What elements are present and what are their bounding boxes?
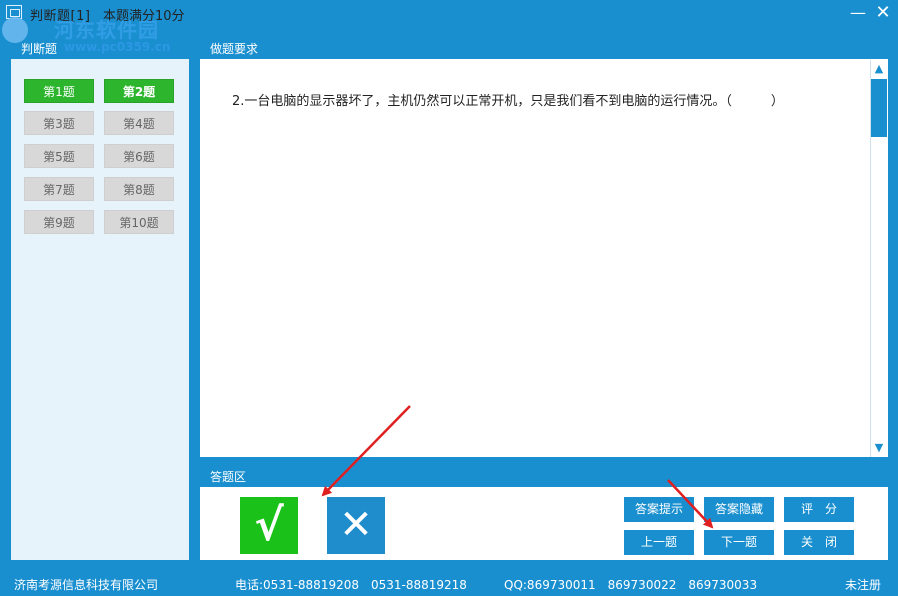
hint-button[interactable]: 答案提示 [624, 497, 694, 522]
score-button[interactable]: 评 分 [784, 497, 854, 522]
close-window-button[interactable]: ✕ [871, 2, 895, 24]
cross-icon: ✕ [339, 502, 373, 548]
company-name: 济南考源信息科技有限公司 [14, 578, 159, 592]
minimize-button[interactable]: — [846, 2, 870, 24]
minimize-icon: — [850, 3, 866, 22]
qq-info: QQ:869730011 869730022 869730033 [504, 578, 758, 592]
next-question-button[interactable]: 下一题 [704, 530, 774, 555]
question-text: 2.一台电脑的显示器坏了，主机仍然可以正常开机，只是我们看不到电脑的运行情况。（… [232, 94, 784, 109]
answer-header: 答题区 [200, 467, 888, 487]
answer-false-button[interactable]: ✕ [327, 497, 385, 554]
scroll-down-icon[interactable]: ▼ [871, 440, 887, 456]
question-10-button[interactable]: 第10题 [104, 210, 174, 234]
answer-true-button[interactable]: √ [240, 497, 298, 554]
registration-status: 未注册 [845, 578, 882, 592]
watermark-text: 河东软件园 [54, 18, 159, 42]
question-5-button[interactable]: 第5题 [24, 144, 94, 168]
question-1-button[interactable]: 第1题 [24, 79, 94, 103]
scrollbar-thumb[interactable] [871, 79, 887, 137]
question-3-button[interactable]: 第3题 [24, 111, 94, 135]
prev-question-button[interactable]: 上一题 [624, 530, 694, 555]
status-bar: 济南考源信息科技有限公司 电话:0531-88819208 0531-88819… [0, 572, 898, 596]
watermark-url: www.pc0359.cn [64, 40, 171, 54]
requirements-header: 做题要求 [200, 39, 888, 59]
question-7-button[interactable]: 第7题 [24, 177, 94, 201]
question-6-button[interactable]: 第6题 [104, 144, 174, 168]
close-icon: ✕ [875, 2, 891, 23]
question-9-button[interactable]: 第9题 [24, 210, 94, 234]
checkmark-icon: √ [254, 500, 284, 551]
requirements-panel: 做题要求 2.一台电脑的显示器坏了，主机仍然可以正常开机，只是我们看不到电脑的运… [199, 38, 889, 458]
phone-info: 电话:0531-88819208 0531-88819218 [235, 578, 467, 592]
question-2-button[interactable]: 第2题 [104, 79, 174, 103]
question-4-button[interactable]: 第4题 [104, 111, 174, 135]
scroll-up-icon[interactable]: ▲ [871, 61, 887, 77]
hide-answer-button[interactable]: 答案隐藏 [704, 497, 774, 522]
close-button[interactable]: 关 闭 [784, 530, 854, 555]
watermark-logo [2, 17, 28, 43]
question-8-button[interactable]: 第8题 [104, 177, 174, 201]
